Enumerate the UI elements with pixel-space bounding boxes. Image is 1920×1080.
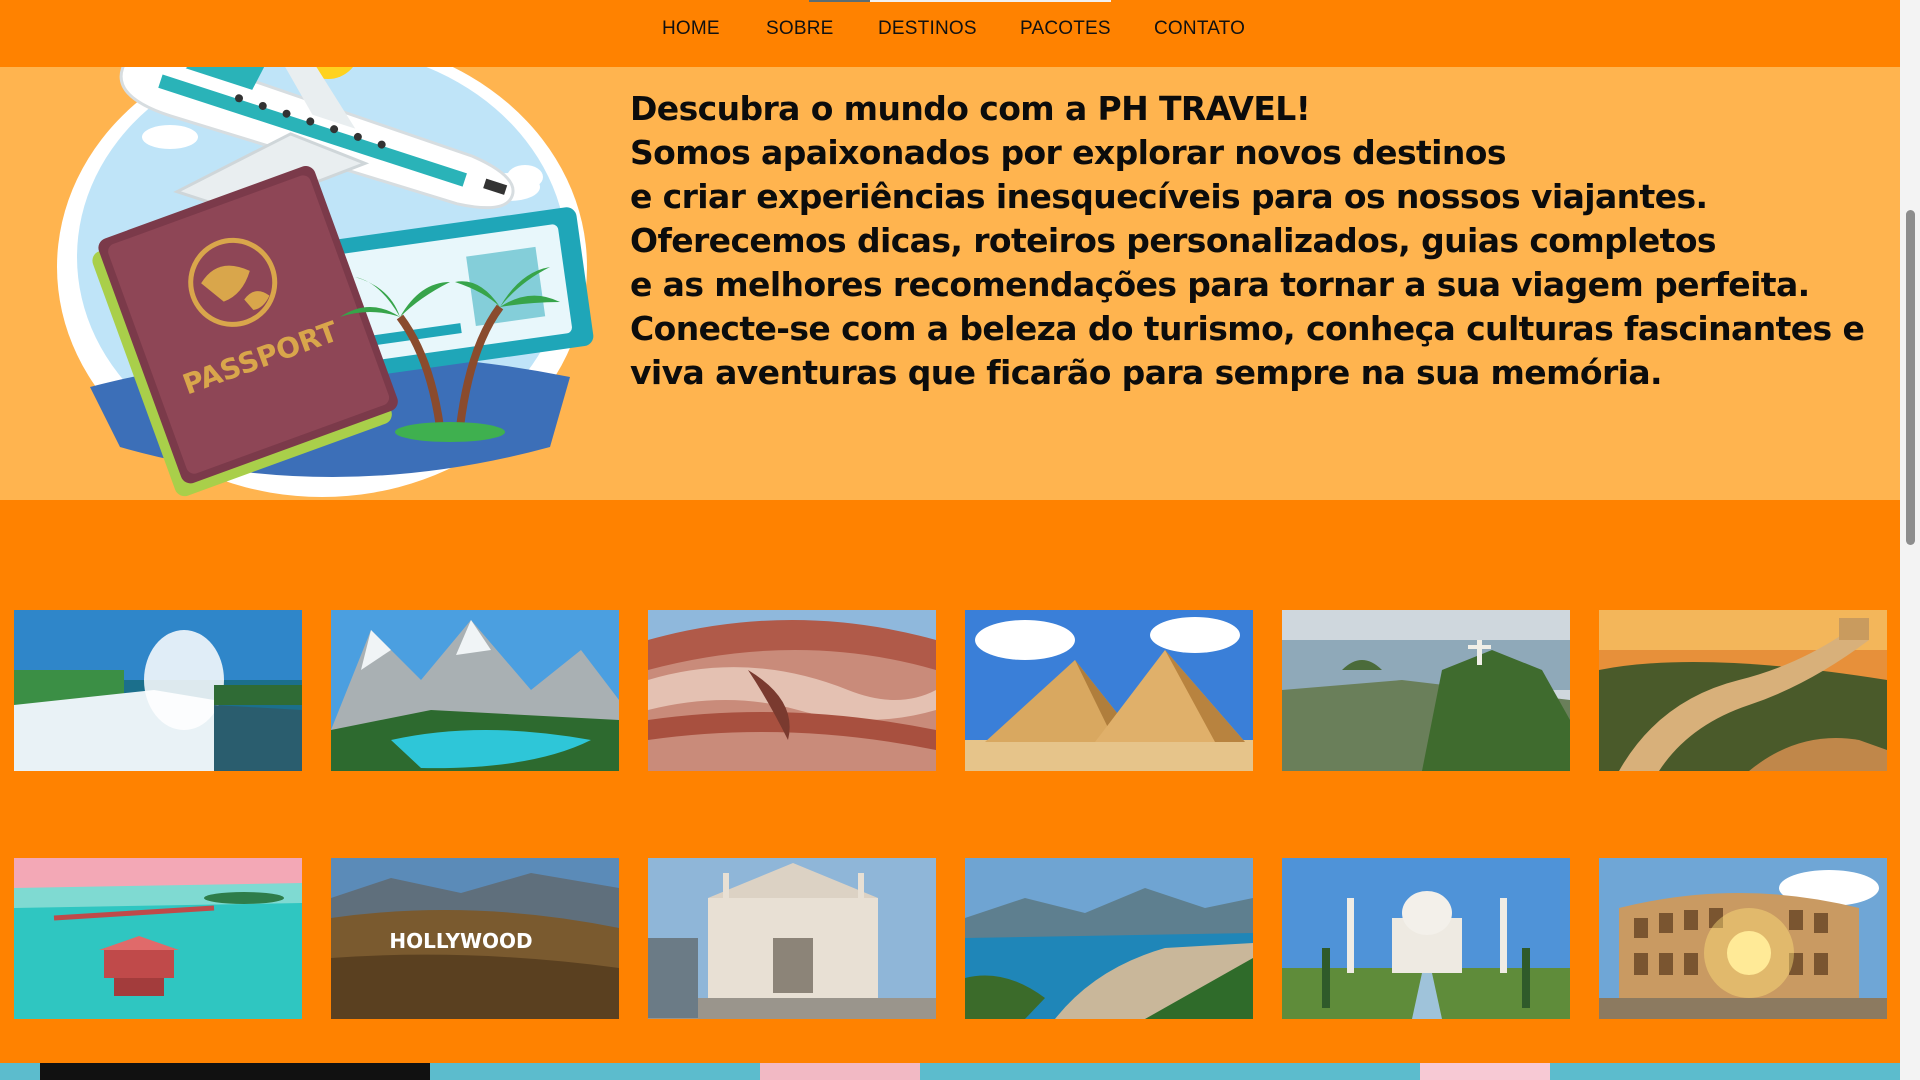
sandstone-canyon-photo[interactable] [648,610,936,771]
travel-illustration: PASSPORT [57,67,594,497]
nav-link-sobre[interactable]: SOBRE [766,18,834,40]
taj-mahal-photo[interactable] [1282,858,1570,1019]
about-line: Descubra o mundo com a PH TRAVEL! [630,89,1311,128]
nav-indicator-light [870,0,1111,2]
nav-link-contato[interactable]: CONTATO [1154,18,1245,40]
overwater-bungalow-photo[interactable] [14,858,302,1019]
nav-link-pacotes[interactable]: PACOTES [1020,18,1111,40]
great-wall-photo[interactable] [1599,610,1887,771]
about-line: e criar experiências inesquecíveis para … [630,177,1708,216]
copacabana-beach-photo[interactable] [965,858,1253,1019]
about-line: e as melhores recomendações para tornar … [630,265,1810,304]
about-line: Conecte-se com a beleza do turismo, conh… [630,309,1865,348]
about-text: Descubra o mundo com a PH TRAVEL! Somos … [630,87,1865,395]
about-line: viva aventuras que ficarão para sempre n… [630,353,1663,392]
banner-pink-shape [1420,1063,1550,1080]
hollywood-sign-text: HOLLYWOOD [389,929,532,953]
about-section: PASSPORT Descubra o mundo com a PH TRAVE… [0,67,1900,500]
nav-links: HOME SOBRE DESTINOS PACOTES CONTATO [0,18,1900,42]
hollywood-sign-photo[interactable]: HOLLYWOOD [331,858,619,1019]
destinations-gallery: HOLLYWOOD [0,500,1900,1063]
about-line: Oferecemos dicas, roteiros personalizado… [630,221,1717,260]
scrollbar-thumb[interactable] [1906,210,1915,545]
next-section-banner [0,1063,1900,1080]
banner-pink-shape [760,1063,920,1080]
colosseum-photo[interactable] [1599,858,1887,1019]
pyramids-photo[interactable] [965,610,1253,771]
nav-indicator-dark [809,0,870,2]
milan-cathedral-photo[interactable] [648,858,936,1019]
waterfall-photo[interactable] [14,610,302,771]
banner-dark-shape [40,1063,430,1080]
mountain-lake-photo[interactable] [331,610,619,771]
nav-link-home[interactable]: HOME [662,18,720,40]
top-navbar: HOME SOBRE DESTINOS PACOTES CONTATO [0,0,1900,67]
nav-link-destinos[interactable]: DESTINOS [878,18,977,40]
about-line: Somos apaixonados por explorar novos des… [630,133,1507,172]
rio-christ-photo[interactable] [1282,610,1570,771]
